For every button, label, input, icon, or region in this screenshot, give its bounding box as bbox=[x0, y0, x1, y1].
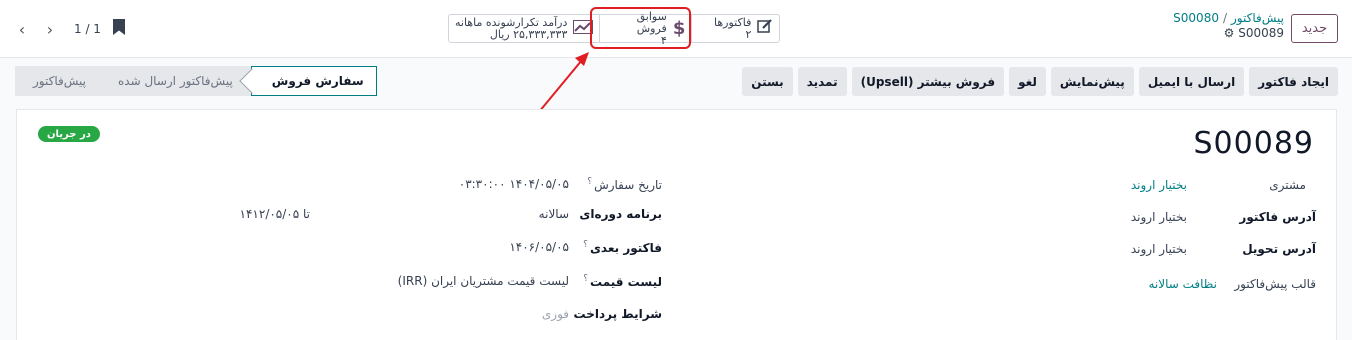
invoices-smart-button[interactable]: فاکتورها ۲ bbox=[691, 15, 779, 42]
control-panel: ‹ › 1 / 1 درآمد تکرارشونده ماهانه ۲۵,۳۳۳… bbox=[0, 0, 1352, 58]
gear-icon[interactable]: ⚙ bbox=[1224, 26, 1235, 40]
breadcrumb-parent[interactable]: پیش‌فاکتور bbox=[1231, 11, 1284, 25]
status-sales-order[interactable]: سفارش فروش bbox=[250, 66, 377, 96]
help-icon[interactable]: ؟ bbox=[583, 274, 588, 284]
upsell-button[interactable]: فروش بیشتر (Upsell) bbox=[851, 67, 1005, 96]
close-button[interactable]: بستن bbox=[742, 67, 793, 96]
payment-terms-field[interactable]: فوری bbox=[542, 307, 569, 321]
action-buttons: ایجاد فاکتور ارسال با ایمیل پیش‌نمایش لغ… bbox=[742, 67, 1338, 96]
mrr-smart-button[interactable]: درآمد تکرارشونده ماهانه ۲۵,۳۳۳,۳۳۳ ریال bbox=[449, 15, 599, 42]
pager: ‹ › 1 / 1 bbox=[8, 16, 101, 42]
invoice-address-label: آدرس فاکتور bbox=[1239, 210, 1316, 224]
quotation-template-label: قالب پیش‌فاکتور bbox=[1234, 277, 1316, 291]
create-invoice-button[interactable]: ایجاد فاکتور bbox=[1249, 67, 1338, 96]
quotation-template-field[interactable]: نظافت سالانه bbox=[1148, 277, 1217, 291]
mrr-label: درآمد تکرارشونده ماهانه bbox=[455, 15, 568, 29]
renew-button[interactable]: تمدید bbox=[797, 67, 847, 96]
pager-count[interactable]: 1 / 1 bbox=[74, 22, 101, 36]
highlight-box bbox=[590, 7, 691, 49]
next-invoice-field[interactable]: ۱۴۰۶/۰۵/۰۵ bbox=[509, 240, 569, 254]
bookmark-icon[interactable] bbox=[113, 19, 125, 35]
page-title: S00089 bbox=[1193, 126, 1314, 161]
delivery-address-label: آدرس تحویل bbox=[1242, 242, 1316, 256]
pricelist-label: لیست قیمت bbox=[590, 275, 662, 289]
chevron-right-icon[interactable]: › bbox=[36, 16, 64, 42]
status-bar: سفارش فروش پیش‌فاکتور ارسال شده پیش‌فاکت… bbox=[15, 66, 377, 96]
invoice-address-field[interactable]: بختیار اروند bbox=[1131, 210, 1187, 224]
payment-terms-label: شرایط پرداخت bbox=[573, 307, 662, 321]
preview-button[interactable]: پیش‌نمایش bbox=[1050, 67, 1134, 96]
chevron-left-icon[interactable]: ‹ bbox=[8, 16, 36, 42]
breadcrumb: پیش‌فاکتور/S00080 S00089 ⚙ bbox=[1173, 11, 1284, 40]
status-quotation-sent[interactable]: پیش‌فاکتور ارسال شده bbox=[103, 66, 251, 96]
form-sheet bbox=[16, 109, 1337, 340]
next-invoice-label: فاکتور بعدی bbox=[589, 241, 662, 255]
status-quotation[interactable]: پیش‌فاکتور bbox=[15, 66, 104, 96]
delivery-address-field[interactable]: بختیار اروند bbox=[1131, 242, 1187, 256]
recurring-plan-label: برنامه دوره‌ای bbox=[579, 207, 662, 221]
breadcrumb-current[interactable]: S00080 bbox=[1173, 11, 1219, 25]
order-date-field[interactable]: ۱۴۰۴/۰۵/۰۵ ۰۳:۳۰:۰۰ bbox=[459, 177, 569, 191]
cancel-button[interactable]: لغو bbox=[1009, 67, 1046, 96]
mrr-value: ۲۵,۳۳۳,۳۳۳ ریال bbox=[489, 27, 568, 41]
help-icon[interactable]: ؟ bbox=[583, 240, 588, 250]
customer-label: مشتری bbox=[1269, 178, 1306, 192]
customer-field[interactable]: بختیار اروند bbox=[1131, 178, 1187, 192]
new-button[interactable]: جدید bbox=[1291, 14, 1338, 43]
send-email-button[interactable]: ارسال با ایمیل bbox=[1138, 67, 1245, 96]
order-date-label: تاریخ سفارش bbox=[594, 178, 662, 192]
pencil-square-icon bbox=[757, 18, 773, 39]
plan-end-date[interactable]: تا ۱۴۱۲/۰۵/۰۵ bbox=[240, 207, 310, 221]
invoices-value: ۲ bbox=[745, 27, 752, 41]
help-icon[interactable]: ؟ bbox=[587, 177, 592, 187]
pricelist-field[interactable]: لیست قیمت مشتریان ایران (IRR) bbox=[398, 274, 569, 288]
invoices-label: فاکتورها bbox=[714, 15, 752, 29]
record-name: S00089 bbox=[1238, 26, 1284, 40]
status-badge: در جریان bbox=[38, 126, 100, 142]
recurring-plan-field[interactable]: سالانه bbox=[539, 207, 569, 221]
